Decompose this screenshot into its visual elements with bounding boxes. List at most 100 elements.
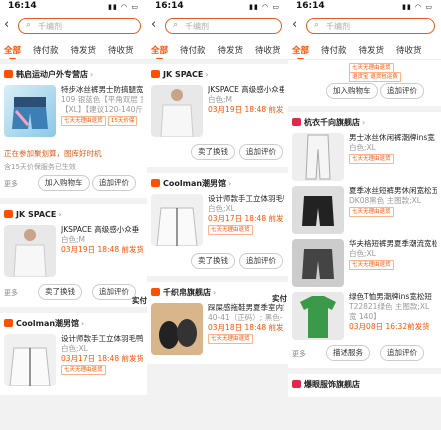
tab-pending-receive[interactable]: 待收货 — [108, 41, 134, 59]
shop-name[interactable]: 杭衣千向旗舰店 › — [292, 116, 437, 130]
add-review-button[interactable]: 追加评价 — [380, 83, 424, 99]
product-thumbnail[interactable] — [4, 334, 56, 386]
shop-name[interactable]: 爆眼服饰旗舰店 — [292, 378, 437, 392]
order-item[interactable]: 男士冰丝休闲裤潮牌ins宽 白色;XL 七天无理由退货 — [292, 133, 437, 183]
add-review-button[interactable]: 追加评价 — [239, 253, 283, 269]
search-icon: ⌕ — [173, 20, 179, 30]
order-card[interactable]: Coolman潮男馆 › 设计师款手工立体羽毛鸭 白色;XL 03月17日 18:… — [0, 313, 147, 395]
add-to-cart-button[interactable]: 加入购物车 — [38, 175, 90, 191]
product-thumbnail[interactable] — [151, 303, 203, 355]
shop-icon — [4, 70, 13, 78]
status-bar: 16:14 ▮▮ ◠ ▭ — [0, 0, 147, 14]
search-row: ‹ ⌕ 千编剂 — [147, 14, 288, 38]
search-input[interactable]: ⌕ 千编剂 — [306, 18, 435, 34]
order-card[interactable]: 杭衣千向旗舰店 › 男士冰丝休闲裤潮牌ins宽 白色;XL 七天无理由退货 夏季冰… — [288, 112, 441, 368]
tab-pending-ship[interactable]: 待发货 — [359, 41, 385, 59]
product-sku-2: 【XL】【建议120-140斤】 — [61, 105, 143, 114]
product-thumbnail[interactable] — [4, 225, 56, 277]
product-thumbnail[interactable] — [292, 239, 344, 287]
return-tag: 七天无理由退货 — [61, 365, 106, 375]
tab-pending-receive[interactable]: 待收货 — [255, 41, 281, 59]
return-tag: 七天无理由退货 — [208, 334, 253, 344]
price-protect-tag: 15天价保 — [107, 116, 138, 126]
order-card[interactable]: JK SPACE › JKSPACE 高级感小众垂 白色;M 03月19日 18:… — [147, 64, 288, 167]
status-bar: 16:14 ▮▮ ◠ ▭ — [288, 0, 441, 14]
paid-label: 实付 — [272, 294, 287, 303]
more-button[interactable]: 更多 — [292, 349, 306, 359]
add-review-button[interactable]: 追加评价 — [92, 284, 136, 300]
order-card[interactable]: JK SPACE › JKSPACE 高级感小众垂 白色;M 03月19日 18:… — [0, 204, 147, 307]
order-card-tail[interactable]: 七天无理由退货 退货宝 退货包运费 加入购物车 追加评价 — [288, 60, 441, 106]
sell-button[interactable]: 卖了换钱 — [191, 144, 235, 160]
tab-pending-pay[interactable]: 待付款 — [180, 41, 206, 59]
more-button[interactable]: 更多 — [4, 179, 18, 189]
back-arrow-icon[interactable]: ‹ — [4, 17, 9, 32]
service-note: 含15天价保服务已生效 — [4, 163, 76, 171]
product-thumbnail[interactable] — [292, 133, 344, 181]
tab-all[interactable]: 全部 — [292, 41, 309, 59]
shorts-image — [302, 249, 334, 279]
action-row: 更多 描述服务 追加评价 — [292, 345, 437, 363]
add-to-cart-button[interactable]: 加入购物车 — [326, 83, 378, 99]
order-item[interactable]: 夏季冰丝短裤男休闲宽松五 DK08黑色 主图款;XL 七天无理由退货 — [292, 186, 437, 236]
shop-name[interactable]: Coolman潮男馆 › — [151, 177, 284, 191]
jacket-image — [156, 207, 198, 246]
order-tabs: 全部 待付款 待发货 待收货 — [147, 38, 288, 60]
more-button[interactable]: 更多 — [4, 288, 18, 298]
add-review-button[interactable]: 追加评价 — [239, 144, 283, 160]
order-item[interactable]: JKSPACE 高级感小众垂 白色;M 03月19日 18:48 前发货 — [151, 85, 284, 141]
add-review-button[interactable]: 追加评价 — [380, 345, 424, 361]
status-bar: 16:14 ▮▮ ◠ ▭ — [147, 0, 288, 14]
order-card[interactable]: 韩启运动户外专营店› 特步冰丝裤男士防搞腿宽松五 109 银蓝色【平角双层 宽腰… — [0, 64, 147, 198]
order-tabs: 全部 待付款 待发货 待收货 — [0, 38, 147, 60]
product-sku: 白色;XL — [208, 204, 235, 213]
tab-pending-ship[interactable]: 待发货 — [218, 41, 244, 59]
shop-name[interactable]: Coolman潮男馆 › — [4, 317, 143, 331]
product-sku: 白色;M — [61, 235, 85, 244]
order-item[interactable]: 华夫格短裤男夏季潮流宽松 白色;XL 七天无理由退货 — [292, 239, 437, 289]
tab-pending-pay[interactable]: 待付款 — [33, 41, 59, 59]
order-item[interactable]: 设计师款手工立体羽毛鸭 白色;XL 03月17日 18:48 前发货 七天无理由… — [151, 194, 284, 250]
sell-button[interactable]: 卖了换钱 — [191, 253, 235, 269]
shop-name[interactable]: JK SPACE › — [4, 208, 143, 222]
back-arrow-icon[interactable]: ‹ — [292, 17, 297, 32]
ship-date: 03月18日 18:48 前发货 — [208, 323, 284, 332]
chevron-right-icon: › — [58, 210, 62, 219]
add-review-button[interactable]: 追加评价 — [92, 175, 136, 191]
product-sku: 40-41（正码）; 黑色-（ — [208, 313, 284, 322]
search-placeholder: 千编剂 — [326, 22, 350, 31]
product-sku: 白色;XL — [349, 249, 376, 258]
shop-icon — [151, 70, 160, 78]
order-item[interactable]: 踩屎感拖鞋男夏季室内家 40-41（正码）; 黑色-（ 03月18日 18:48… — [151, 303, 284, 359]
action-row: 更多 加入购物车 追加评价 — [4, 175, 143, 193]
product-title: 特步冰丝裤男士防搞腿宽松五 — [61, 85, 143, 94]
search-icon: ⌕ — [26, 20, 32, 30]
shop-name[interactable]: JK SPACE › — [151, 68, 284, 82]
return-tag: 七天无理由退货 — [208, 225, 253, 235]
tab-all[interactable]: 全部 — [4, 41, 21, 59]
describe-service-button[interactable]: 描述服务 — [326, 345, 370, 361]
search-input[interactable]: ⌕ 千编剂 — [165, 18, 282, 34]
tab-pending-pay[interactable]: 待付款 — [321, 41, 347, 59]
tab-pending-ship[interactable]: 待发货 — [71, 41, 97, 59]
sell-button[interactable]: 卖了换钱 — [38, 284, 82, 300]
tab-all[interactable]: 全部 — [151, 41, 168, 59]
back-arrow-icon[interactable]: ‹ — [151, 17, 156, 32]
shop-name[interactable]: 韩启运动户外专营店 › — [4, 68, 143, 82]
promo-hint[interactable]: 正在参加聚划算，图库好时机 — [4, 148, 143, 159]
product-title: 华夫格短裤男夏季潮流宽松 — [349, 239, 437, 248]
order-card[interactable]: Coolman潮男馆 › 设计师款手工立体羽毛鸭 白色;XL 03月17日 18:… — [147, 173, 288, 276]
ship-date: 03月19日 18:48 前发货 — [208, 105, 284, 114]
product-thumbnail[interactable] — [151, 85, 203, 137]
product-thumbnail[interactable] — [292, 186, 344, 234]
product-thumbnail[interactable] — [4, 85, 56, 137]
order-card[interactable]: 爆眼服饰旗舰店 — [288, 374, 441, 397]
status-time: 16:14 — [296, 1, 325, 11]
tab-pending-receive[interactable]: 待收货 — [396, 41, 422, 59]
order-item[interactable]: JKSPACE 高级感小众垂 白色;M 03月19日 18:48 前发货 — [4, 225, 143, 281]
shop-icon — [4, 210, 13, 218]
order-item[interactable]: 设计师款手工立体羽毛鸭 白色;XL 03月17日 18:48 前发货 七天无理由… — [4, 334, 143, 390]
order-item[interactable]: 特步冰丝裤男士防搞腿宽松五 109 银蓝色【平角双层 宽腰 【XL】【建议120… — [4, 85, 143, 145]
product-thumbnail[interactable] — [151, 194, 203, 246]
search-input[interactable]: ⌕ 千编剂 — [18, 18, 141, 34]
